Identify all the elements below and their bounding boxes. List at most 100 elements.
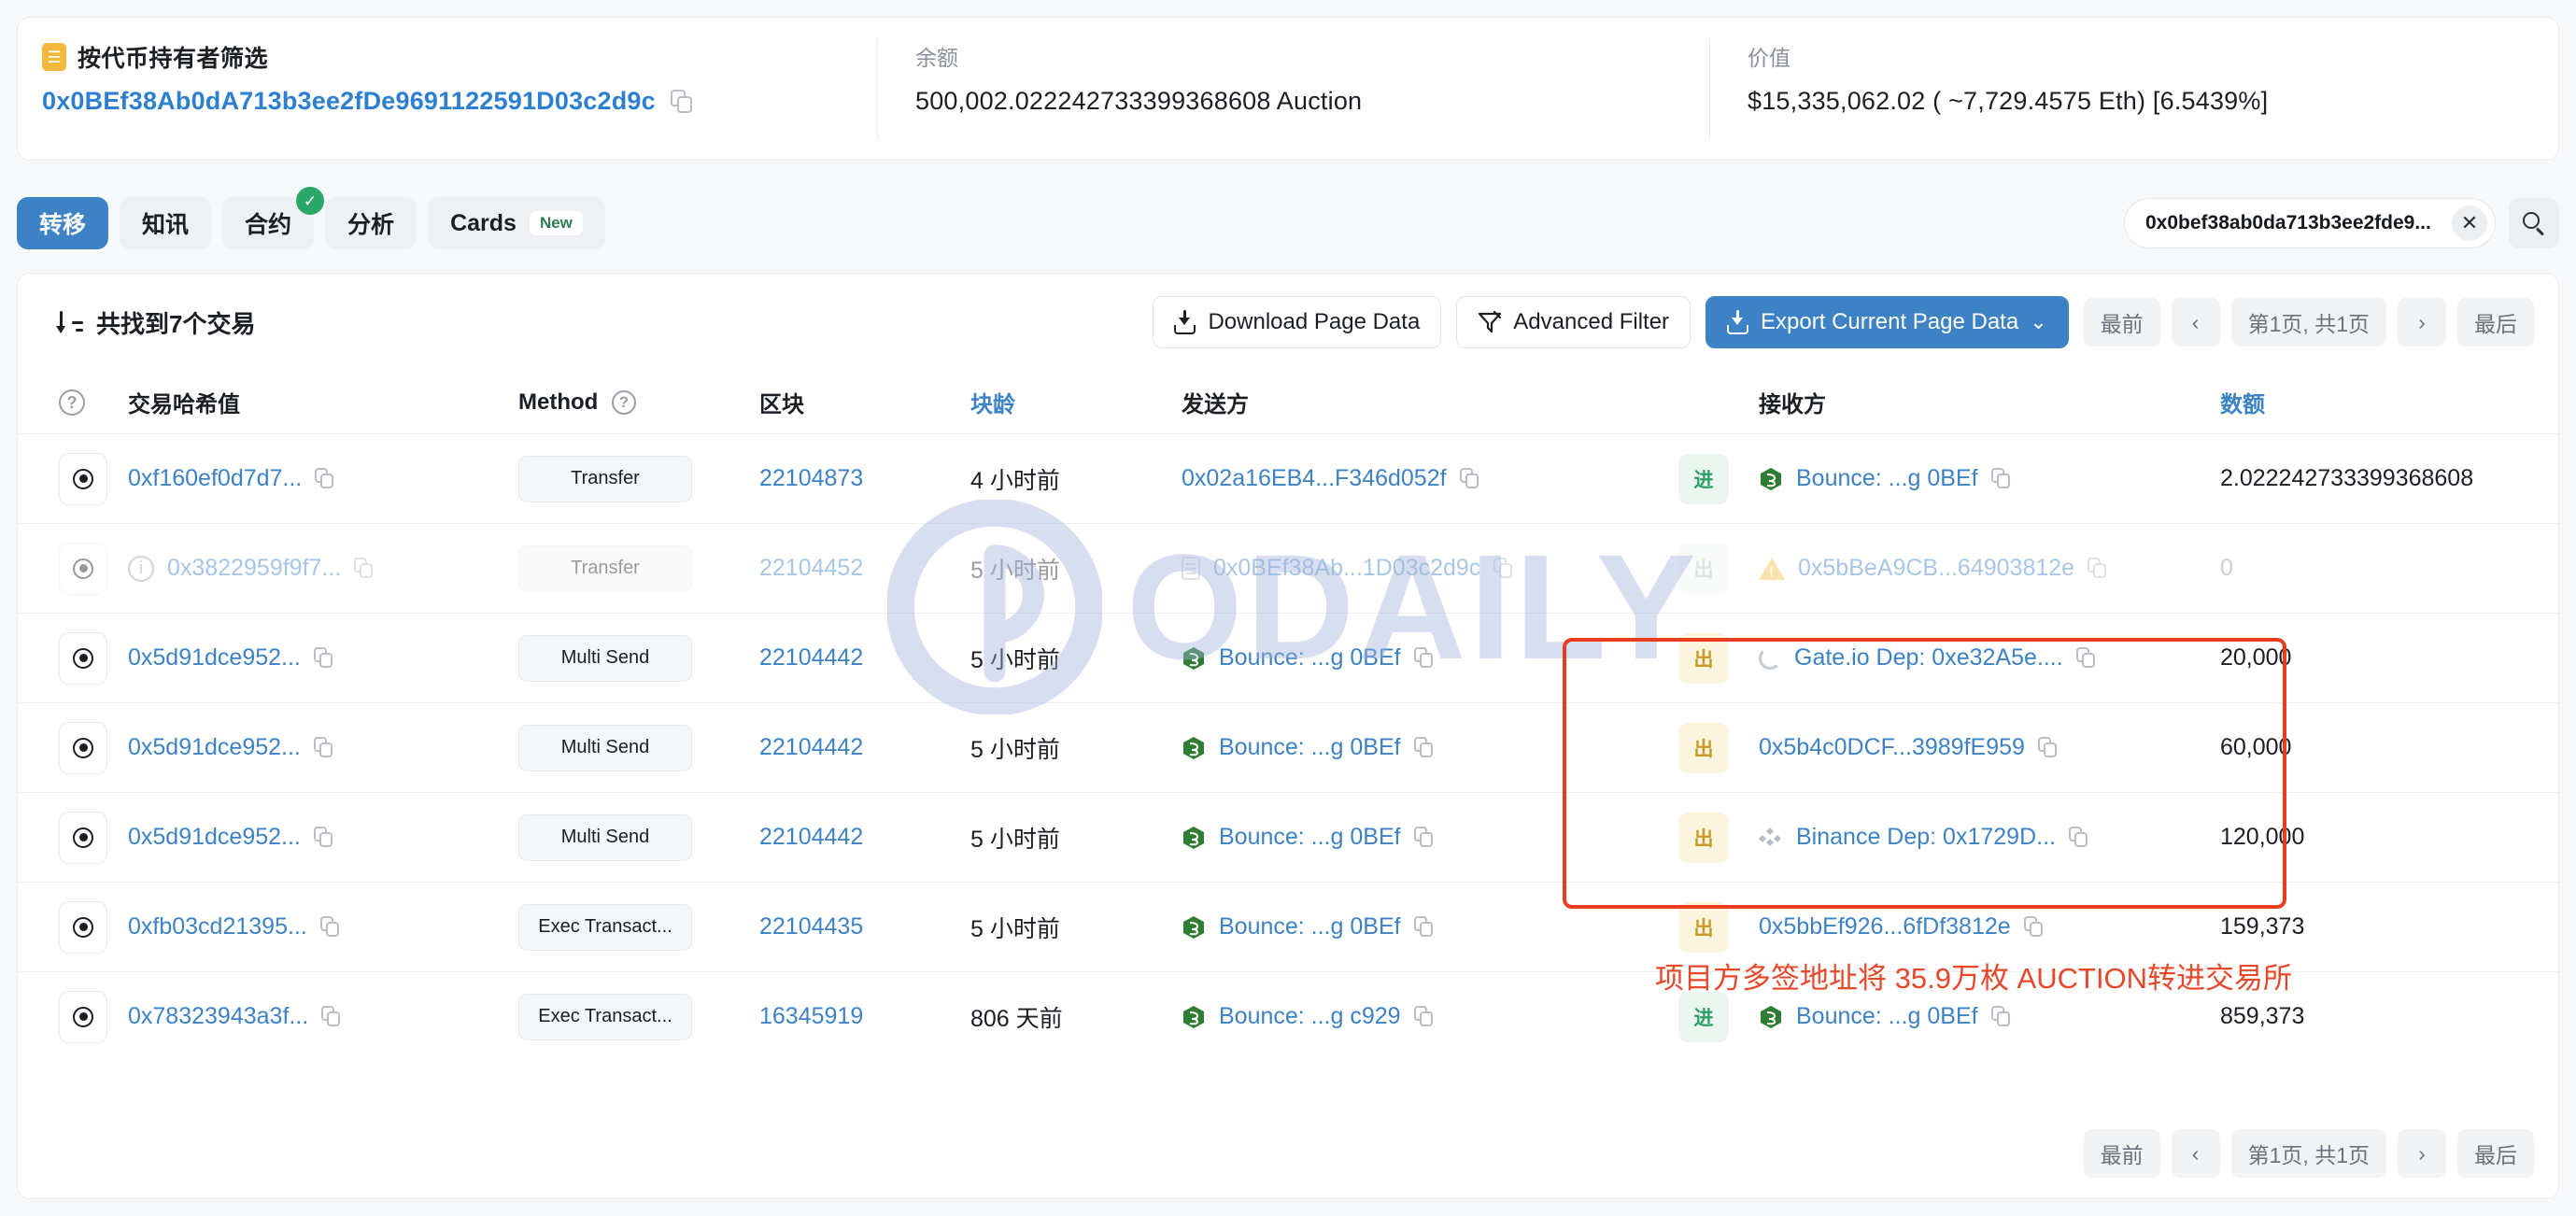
to-address-link[interactable]: Gate.io Dep: 0xe32A5e.... [1794, 644, 2063, 672]
from-address-link[interactable]: Bounce: ...g c929 [1219, 1003, 1401, 1030]
copy-icon[interactable] [354, 558, 374, 579]
from-address-link[interactable]: Bounce: ...g 0BEf [1219, 734, 1401, 761]
copy-icon[interactable] [313, 647, 333, 669]
th-to[interactable]: 接收方 [1759, 371, 2220, 434]
preview-tx-button[interactable] [59, 721, 107, 774]
search-button[interactable] [2509, 198, 2559, 248]
help-icon[interactable]: ? [59, 389, 85, 417]
block-number-link[interactable]: 22104442 [759, 734, 863, 760]
block-number-link[interactable]: 22104452 [759, 555, 863, 581]
page-last-button[interactable]: 最后 [2457, 1129, 2534, 1178]
copy-icon[interactable] [1990, 1006, 2011, 1027]
preview-tx-button[interactable] [59, 900, 107, 954]
copy-icon[interactable] [1413, 916, 1434, 938]
to-address-link[interactable]: 0x5b4c0DCF...3989fE959 [1759, 734, 2025, 761]
help-icon[interactable]: ? [611, 390, 636, 416]
copy-icon[interactable] [2068, 827, 2088, 848]
copy-icon[interactable] [1413, 647, 1434, 669]
copy-icon[interactable] [1990, 468, 2011, 489]
from-address-link[interactable]: 0x0BEf38Ab...1D03c2d9c [1213, 555, 1480, 582]
copy-icon[interactable] [313, 827, 333, 848]
table-row[interactable]: 0x5d91dce952... Multi Send 22104442 5 小时前 Bo… [18, 702, 2558, 793]
table-row[interactable]: 0x5d91dce952... Multi Send 22104442 5 小时前 Bo… [18, 613, 2558, 703]
copy-icon[interactable] [2088, 558, 2107, 579]
token-holder-address[interactable]: 0x0BEf38Ab0dA713b3ee2fDe9691122591D03c2d… [42, 87, 656, 116]
copy-icon[interactable] [313, 737, 333, 758]
table-row[interactable]: 0xfb03cd21395... Exec Transact... 22104435… [18, 882, 2558, 972]
th-from[interactable]: 发送方 [1182, 371, 1678, 434]
copy-icon[interactable] [1459, 468, 1479, 489]
search-input-value[interactable]: 0x0bef38ab0da713b3ee2fde9... [2145, 212, 2442, 234]
table-row[interactable]: 0x78323943a3f... Exec Transact... 16345919… [18, 971, 2558, 1062]
copy-icon[interactable] [2075, 647, 2096, 669]
copy-icon[interactable] [1413, 1006, 1434, 1027]
bounce-token-icon [1182, 736, 1206, 760]
table-row[interactable]: 0x5d91dce952... Multi Send 22104442 5 小时前 Bo… [18, 792, 2558, 883]
tab-4[interactable]: 分析 [325, 197, 418, 249]
result-count: 共找到7个交易 [56, 305, 255, 340]
advanced-filter-button[interactable]: Advanced Filter [1456, 296, 1691, 348]
th-block[interactable]: 区块 [759, 371, 970, 434]
copy-icon[interactable] [1413, 737, 1434, 758]
to-address-link[interactable]: Bounce: ...g 0BEf [1796, 1003, 1978, 1030]
page-next-button[interactable]: › [2398, 298, 2446, 346]
copy-icon[interactable] [1413, 827, 1434, 848]
page-next-button[interactable]: › [2398, 1129, 2446, 1178]
to-address-link[interactable]: 0x5bBeA9CB...64903812e [1798, 555, 2074, 582]
page-first-button[interactable]: 最前 [2083, 1129, 2160, 1178]
search-input-pill[interactable]: 0x0bef38ab0da713b3ee2fde9... ✕ [2124, 198, 2496, 248]
download-page-data-button[interactable]: Download Page Data [1153, 296, 1442, 348]
table-row[interactable]: i 0x3822959f9f7... Transfer 22104452 5 小时前 0x… [18, 523, 2558, 614]
page-prev-button[interactable]: ‹ [2171, 298, 2220, 346]
sort-icon [56, 309, 83, 335]
th-hash[interactable]: 交易哈希值 [128, 371, 518, 434]
tx-hash-link[interactable]: 0x5d91dce952... [128, 734, 301, 761]
copy-icon[interactable] [1493, 558, 1513, 579]
tab-2[interactable]: 知讯 [120, 197, 212, 249]
table-row[interactable]: 0xf160ef0d7d7... Transfer 22104873 4 小时前 0x0… [18, 433, 2558, 524]
preview-tx-button[interactable] [59, 631, 107, 685]
from-address-link[interactable]: Bounce: ...g 0BEf [1219, 644, 1401, 672]
tx-hash-link[interactable]: 0x78323943a3f... [128, 1003, 308, 1030]
block-number-link[interactable]: 22104873 [759, 465, 863, 491]
to-address-link[interactable]: 0x5bbEf926...6fDf3812e [1759, 913, 2011, 940]
clear-search-icon[interactable]: ✕ [2452, 205, 2487, 241]
block-number-link[interactable]: 22104435 [759, 913, 863, 940]
block-number-link[interactable]: 22104442 [759, 644, 863, 671]
copy-icon[interactable] [2037, 737, 2058, 758]
preview-tx-button[interactable] [59, 990, 107, 1043]
preview-tx-button[interactable] [59, 811, 107, 864]
page-last-button[interactable]: 最后 [2457, 298, 2534, 346]
th-method[interactable]: Method ? [518, 371, 759, 434]
tx-hash-link[interactable]: 0x5d91dce952... [128, 644, 301, 672]
tx-hash-link[interactable]: 0xfb03cd21395... [128, 913, 307, 940]
export-current-page-data-button[interactable]: Export Current Page Data ⌄ [1706, 296, 2069, 348]
copy-icon[interactable] [2023, 916, 2044, 938]
from-address-link[interactable]: Bounce: ...g 0BEf [1219, 913, 1401, 940]
th-amount[interactable]: 数额 [2220, 371, 2558, 434]
tx-hash-link[interactable]: 0xf160ef0d7d7... [128, 465, 302, 492]
page-prev-button[interactable]: ‹ [2171, 1129, 2220, 1178]
tx-hash-link[interactable]: 0x3822959f9f7... [167, 555, 341, 582]
block-number-link[interactable]: 16345919 [759, 1003, 863, 1029]
to-address-link[interactable]: Binance Dep: 0x1729D... [1796, 824, 2056, 851]
info-icon[interactable]: i [128, 555, 154, 582]
copy-icon[interactable] [670, 89, 693, 114]
block-number-link[interactable]: 22104442 [759, 824, 863, 850]
page-first-button[interactable]: 最前 [2083, 298, 2160, 346]
from-address-link[interactable]: 0x02a16EB4...F346d052f [1182, 465, 1447, 492]
preview-tx-button[interactable] [59, 542, 107, 595]
tab-3[interactable]: 合约 ✓ [222, 187, 325, 249]
eye-icon [73, 468, 93, 489]
copy-icon[interactable] [321, 1006, 341, 1027]
copy-icon[interactable] [315, 468, 334, 489]
th-age[interactable]: 块龄 [970, 371, 1182, 434]
to-address-link[interactable]: Bounce: ...g 0BEf [1796, 465, 1978, 492]
preview-tx-button[interactable] [59, 452, 107, 505]
tab-1[interactable]: 转移 [17, 197, 109, 249]
copy-icon[interactable] [319, 916, 340, 938]
td-age: 5 小时前 [970, 792, 1182, 883]
from-address-link[interactable]: Bounce: ...g 0BEf [1219, 824, 1401, 851]
tx-hash-link[interactable]: 0x5d91dce952... [128, 824, 301, 851]
tab-5[interactable]: Cards New [428, 197, 605, 249]
